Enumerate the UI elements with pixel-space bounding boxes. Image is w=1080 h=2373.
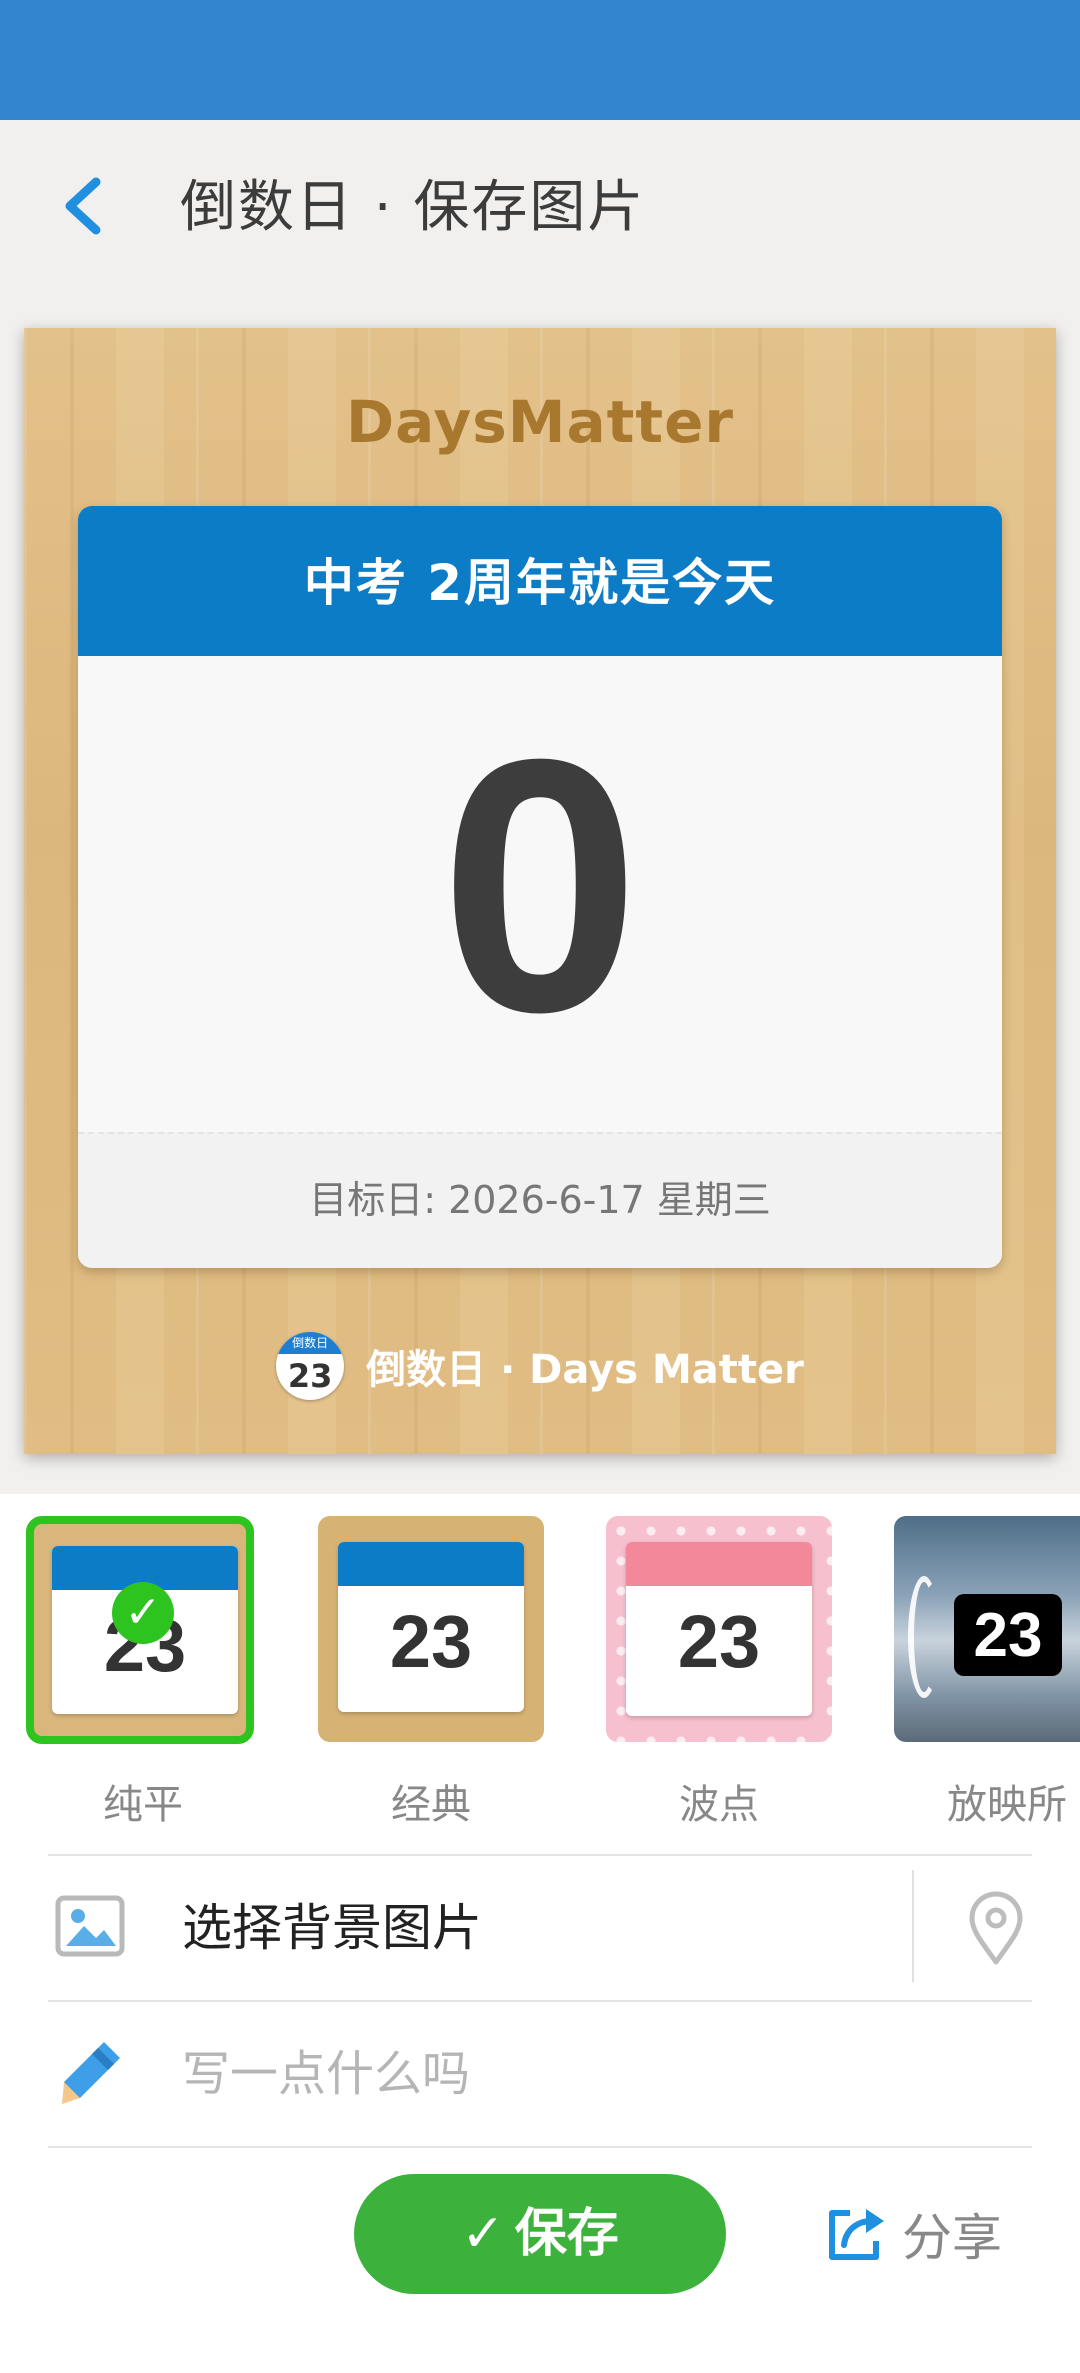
laurel-icon	[1072, 1576, 1080, 1698]
preview-card: DaysMatter 中考 2周年就是今天 0 目标日: 2026-6-17 星…	[24, 328, 1056, 1454]
theme-preview: 23	[626, 1542, 812, 1716]
brand-logo: DaysMatter	[345, 388, 735, 456]
back-button[interactable]	[48, 164, 128, 248]
theme-label-dots: 波点	[679, 1782, 759, 1828]
location-pin-icon[interactable]	[960, 1888, 1032, 1968]
chevron-left-icon	[65, 177, 101, 235]
theme-preview: 23	[338, 1542, 524, 1712]
app-calendar-icon: 倒数日 23	[276, 1332, 345, 1400]
top-bar: 倒数日 · 保存图片	[0, 120, 1080, 290]
checkmark-icon: ✓	[112, 1582, 174, 1644]
app-signature-text: 倒数日 · Days Matter	[366, 1347, 804, 1393]
theme-classic[interactable]: 23	[318, 1516, 544, 1742]
app-icon-header: 倒数日	[276, 1332, 345, 1354]
event-title: 中考 2周年就是今天	[78, 506, 1002, 656]
theme-cinema[interactable]: 23	[894, 1516, 1080, 1742]
checkmark-icon: ✓	[461, 2204, 505, 2264]
countdown-calendar: 中考 2周年就是今天 0 目标日: 2026-6-17 星期三	[78, 506, 1002, 1268]
note-row[interactable]: 写一点什么吗	[48, 2000, 1032, 2146]
image-icon	[55, 1895, 125, 1957]
app-icon-number: 23	[287, 1357, 333, 1395]
pencil-icon	[62, 2042, 120, 2104]
theme-preview: 23	[954, 1594, 1062, 1676]
choose-background-row[interactable]: 选择背景图片	[48, 1854, 1032, 2000]
choose-background-label: 选择背景图片	[182, 1899, 482, 1957]
days-count: 0	[439, 685, 641, 1087]
share-button[interactable]: 分享	[822, 2184, 1002, 2284]
divider	[78, 1132, 1002, 1134]
theme-flat[interactable]: 23 ✓	[26, 1516, 254, 1744]
save-button[interactable]: ✓ 保存	[354, 2174, 726, 2294]
theme-dots[interactable]: 23	[606, 1516, 832, 1742]
share-icon	[829, 2209, 884, 2260]
theme-picker: 23 ✓ 纯平 23 经典 23 波点 23 放映所	[0, 1494, 1080, 1854]
target-date: 目标日: 2026-6-17 星期三	[78, 1132, 1002, 1268]
share-label: 分享	[902, 2209, 1002, 2267]
page-title: 倒数日 · 保存图片	[180, 175, 646, 240]
theme-label-cinema: 放映所	[947, 1782, 1067, 1828]
options-panel: 选择背景图片 写一点什么吗 ✓ 保存 分享	[0, 1854, 1080, 2373]
theme-label-classic: 经典	[391, 1782, 471, 1828]
divider	[912, 1870, 914, 1982]
app-signature: 倒数日 23 倒数日 · Days Matter	[24, 1326, 1056, 1406]
theme-label-flat: 纯平	[103, 1782, 183, 1828]
divider	[48, 2146, 1032, 2148]
status-bar	[0, 0, 1080, 120]
note-input[interactable]: 写一点什么吗	[182, 2044, 470, 2104]
laurel-icon	[908, 1576, 940, 1698]
